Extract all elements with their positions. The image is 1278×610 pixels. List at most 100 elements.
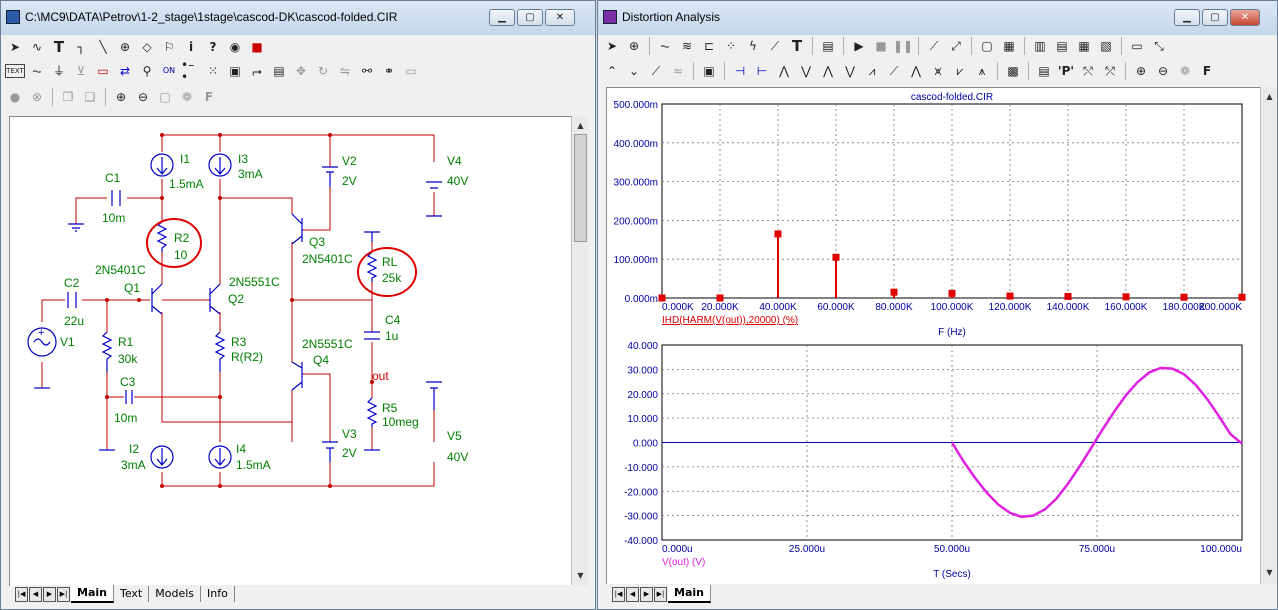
probe-icon[interactable]: ◉ (225, 37, 245, 57)
move-icon[interactable]: ✥ (291, 61, 311, 81)
first-tab-icon[interactable]: |◀ (15, 586, 28, 602)
binoculars-icon[interactable]: ⚭ (379, 61, 399, 81)
transfer-icon[interactable]: ⇄ (115, 61, 135, 81)
tab-text[interactable]: Text (114, 586, 150, 602)
line-icon[interactable]: ╲ (93, 37, 113, 57)
animate-icon[interactable]: ▩ (1003, 61, 1023, 81)
scroll-up-icon[interactable]: ▲ (573, 118, 588, 133)
shapes-icon[interactable]: ◇ (137, 37, 157, 57)
minimize-button[interactable]: ▁ (489, 9, 515, 26)
cursor-left-icon[interactable]: ⊣ (730, 61, 750, 81)
last-tab-icon[interactable]: ▶| (57, 586, 70, 602)
pause-icon[interactable]: ❚❚ (893, 36, 913, 56)
distortion-window[interactable]: Distortion Analysis ▁ ▢ ✕ ➤ ⊕ ⏦ ≋ ⊏ ⁘ ϟ … (597, 0, 1278, 610)
last-tab-icon[interactable]: ▶| (654, 586, 667, 602)
peak-find-icon[interactable]: ⋀ (774, 61, 794, 81)
mid-icon[interactable]: ⩚ (972, 61, 992, 81)
ortho-wire-icon[interactable]: ┐ (71, 37, 91, 57)
function-icon[interactable]: F (1197, 61, 1217, 81)
distortion-titlebar[interactable]: Distortion Analysis ▁ ▢ ✕ (598, 1, 1277, 35)
valley-find-icon[interactable]: ⋁ (796, 61, 816, 81)
text-mode-icon[interactable]: TEXT (5, 64, 25, 78)
tab-models[interactable]: Models (149, 586, 201, 602)
scroll-thumb[interactable] (574, 134, 587, 242)
table-icon[interactable]: ⊏ (699, 36, 719, 56)
zoom-out-icon[interactable]: ⊖ (1153, 61, 1173, 81)
scroll-down-icon[interactable]: ▼ (573, 568, 588, 583)
zoom-in-icon[interactable]: ⊕ (111, 87, 131, 107)
schematic-window[interactable]: C:\MC9\DATA\Petrov\1-2_stage\1stage\casc… (0, 0, 596, 610)
zoom-out-icon[interactable]: ⊖ (133, 87, 153, 107)
copy-icon[interactable]: ❐ (58, 87, 78, 107)
top-icon[interactable]: ⩙ (928, 61, 948, 81)
function-icon[interactable]: F (199, 87, 219, 107)
graph-icon[interactable]: ⏦ (655, 36, 675, 56)
tag-x-icon[interactable]: ⤲ (1078, 61, 1098, 81)
border-icon[interactable]: ▣ (225, 61, 245, 81)
global-low-icon[interactable]: ⋀ (906, 61, 926, 81)
diff-icon[interactable]: ≈ (668, 61, 688, 81)
next-tab-icon[interactable]: ▶ (43, 586, 56, 602)
text-tool-icon[interactable]: T (49, 37, 69, 57)
next-tab-icon[interactable]: ▶ (640, 586, 653, 602)
close-button[interactable]: ✕ (545, 9, 575, 26)
stop-icon[interactable]: ■ (871, 36, 891, 56)
tab-main[interactable]: Main (668, 585, 711, 603)
bold-grid-icon[interactable]: ▥ (1030, 36, 1050, 56)
tag-y-icon[interactable]: ⤱ (1100, 61, 1120, 81)
info-icon[interactable]: i (181, 37, 201, 57)
maximize-button[interactable]: ▢ (1202, 9, 1228, 26)
settings-icon[interactable]: ❁ (1175, 61, 1195, 81)
cancel-icon[interactable]: ⊗ (27, 87, 47, 107)
wave-icon[interactable]: ≋ (677, 36, 697, 56)
low-icon[interactable]: ⋁ (840, 61, 860, 81)
help-icon[interactable]: ? (203, 37, 223, 57)
grid-icon[interactable]: ▦ (999, 36, 1019, 56)
fft-icon[interactable]: ϟ (743, 36, 763, 56)
trend-icon[interactable]: ⤢ (946, 36, 966, 56)
tab-info[interactable]: Info (201, 586, 235, 602)
axis-icon[interactable]: ▭ (1127, 36, 1147, 56)
prev-tab-icon[interactable]: ◀ (29, 586, 42, 602)
on-icon[interactable]: ON (159, 61, 179, 81)
color-icon[interactable]: ■ (247, 37, 267, 57)
prev-tab-icon[interactable]: ◀ (626, 586, 639, 602)
frame-icon[interactable]: ▢ (977, 36, 997, 56)
jumper-icon[interactable]: ⊻ (71, 61, 91, 81)
text-tool-icon[interactable]: T (787, 36, 807, 56)
select-arrow-icon[interactable]: ➤ (602, 36, 622, 56)
flip-icon[interactable]: ⇋ (335, 61, 355, 81)
point-icon[interactable]: 'P' (1056, 61, 1076, 81)
cursor-icon[interactable]: ⮣ (247, 61, 267, 81)
tangent-icon[interactable]: ⟋ (765, 36, 785, 56)
scale-icon[interactable]: ⊕ (624, 36, 644, 56)
scope-icon[interactable]: ▣ (699, 61, 719, 81)
settings-icon[interactable]: ❁ (177, 87, 197, 107)
scroll-down-icon[interactable]: ▼ (1262, 565, 1277, 580)
peak-icon[interactable]: ⌃ (602, 61, 622, 81)
zoom-in-icon[interactable]: ⊕ (1131, 61, 1151, 81)
properties-icon[interactable]: ▤ (818, 36, 838, 56)
find-icon[interactable]: ⚯ (357, 61, 377, 81)
paste-icon[interactable]: ❏ (80, 87, 100, 107)
properties-icon[interactable]: ▤ (269, 61, 289, 81)
battery-icon[interactable]: ▭ (93, 61, 113, 81)
minimize-button[interactable]: ▁ (1174, 9, 1200, 26)
pin-connections-icon[interactable]: •–• (181, 59, 201, 83)
run-icon[interactable]: ▶ (849, 36, 869, 56)
ground-icon[interactable]: ⏚ (49, 61, 69, 81)
folder-icon[interactable]: ▢ (155, 87, 175, 107)
grid-icon[interactable]: ⁙ (203, 61, 223, 81)
minor-grid-icon[interactable]: ▤ (1052, 36, 1072, 56)
schematic-vscrollbar[interactable]: ▲ ▼ (571, 116, 588, 586)
h-grid-icon[interactable]: ▦ (1074, 36, 1094, 56)
v-grid-icon[interactable]: ▧ (1096, 36, 1116, 56)
flag-icon[interactable]: ⚐ (159, 37, 179, 57)
slope-icon[interactable]: ⟋ (646, 61, 666, 81)
rotate-icon[interactable]: ↻ (313, 61, 333, 81)
tab-main[interactable]: Main (71, 585, 114, 603)
plot-area[interactable]: 0.000m 100.000m 200.000m 300.000m 400.000m 50… (606, 87, 1266, 584)
scroll-up-icon[interactable]: ▲ (1262, 89, 1277, 104)
high-icon[interactable]: ⋀ (818, 61, 838, 81)
cursor-right-icon[interactable]: ⊢ (752, 61, 772, 81)
